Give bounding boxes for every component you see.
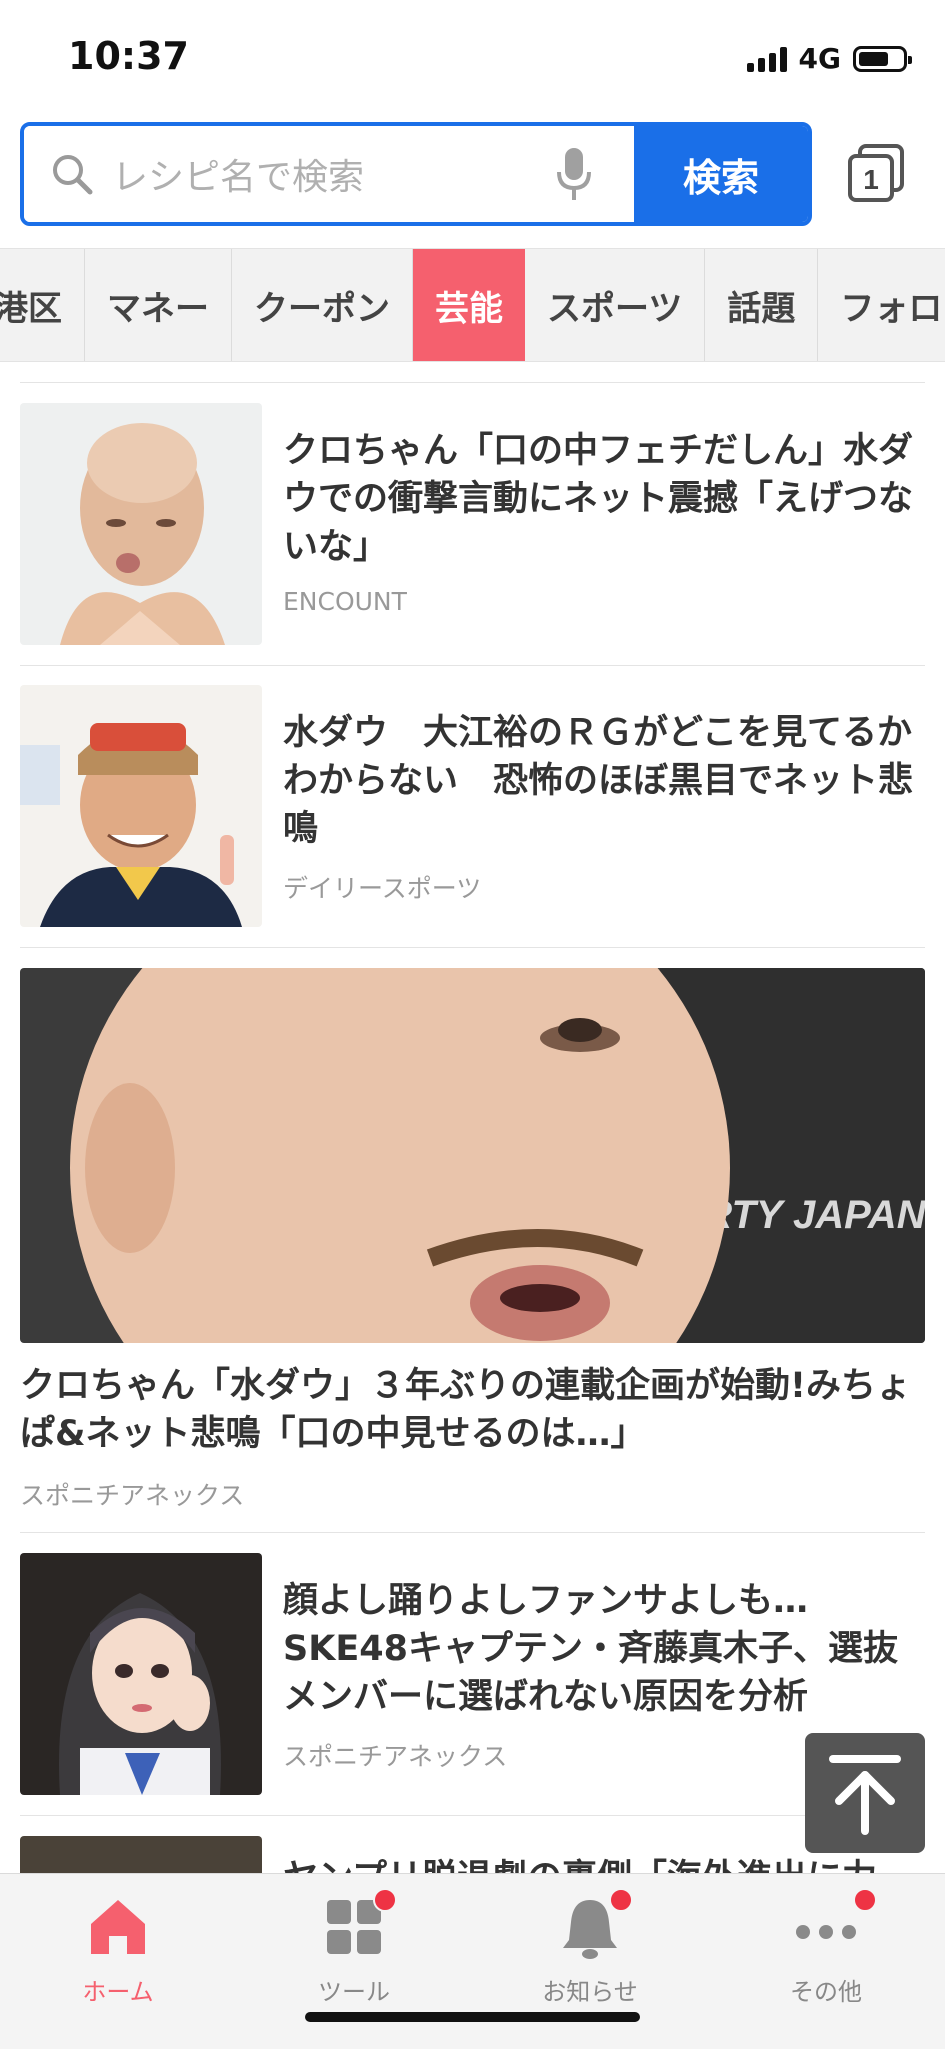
category-nav: 港区 マネー クーポン 芸能 スポーツ 話題 フォロー bbox=[0, 248, 945, 362]
category-tab-minato[interactable]: 港区 bbox=[0, 249, 85, 361]
home-icon bbox=[83, 1892, 153, 1962]
search-icon bbox=[53, 155, 93, 195]
arrow-up-icon bbox=[829, 1755, 901, 1835]
search-button[interactable]: 検索 bbox=[634, 126, 808, 222]
article-thumbnail bbox=[20, 1553, 262, 1795]
search-input[interactable]: レシピ名で検索 bbox=[24, 126, 634, 222]
bell-icon bbox=[555, 1888, 633, 1962]
scroll-to-top-button[interactable] bbox=[805, 1733, 925, 1853]
grid-icon bbox=[319, 1888, 397, 1962]
article-item[interactable]: クロちゃん「口の中フェチだしん」水ダウでの衝撃言動にネット震撼「えげつないな」 … bbox=[20, 403, 925, 645]
divider bbox=[20, 665, 925, 666]
notification-badge bbox=[853, 1888, 877, 1912]
nav-more[interactable]: その他 bbox=[708, 1888, 944, 2007]
microphone-icon[interactable] bbox=[554, 146, 594, 202]
article-thumbnail bbox=[20, 1836, 262, 1873]
article-title: 顔よし踊りよしファンサよしも…SKE48キャプテン・斉藤真木子、選抜メンバーに選… bbox=[283, 1581, 898, 1717]
nav-home[interactable]: ホーム bbox=[0, 1892, 236, 2007]
notification-badge bbox=[609, 1888, 633, 1912]
home-indicator bbox=[305, 2012, 640, 2022]
article-thumbnail bbox=[20, 403, 262, 645]
article-source: デイリースポーツ bbox=[283, 874, 482, 903]
article-item[interactable]: 顔よし踊りよしファンサよしも…SKE48キャプテン・斉藤真木子、選抜メンバーに選… bbox=[20, 1553, 925, 1795]
nav-tools-label: ツール bbox=[318, 1978, 390, 2006]
bottom-nav: ホーム ツール お知らせ その他 bbox=[0, 1873, 945, 2049]
divider bbox=[20, 947, 925, 948]
article-source: スポニチアネックス bbox=[283, 1742, 508, 1771]
tab-count: 1 bbox=[863, 164, 879, 195]
divider bbox=[20, 382, 925, 383]
category-tab-sports[interactable]: スポーツ bbox=[525, 249, 706, 361]
article-thumbnail bbox=[20, 685, 262, 927]
divider bbox=[20, 1815, 925, 1816]
nav-notifications-label: お知らせ bbox=[542, 1978, 638, 2006]
featured-article-title[interactable]: クロちゃん「水ダウ」３年ぶりの連載企画が始動!みちょぱ&ネット悲鳴「口の中見せる… bbox=[20, 1362, 925, 1458]
category-tab-topics[interactable]: 話題 bbox=[705, 249, 819, 361]
battery-icon bbox=[853, 45, 912, 72]
featured-article-source: スポニチアネックス bbox=[20, 1481, 245, 1510]
article-title: クロちゃん「口の中フェチだしん」水ダウでの衝撃言動にネット震撼「えげつないな」 bbox=[283, 431, 914, 567]
status-bar: 10:37 4G bbox=[0, 0, 945, 120]
search-bar: レシピ名で検索 検索 bbox=[20, 122, 812, 226]
status-time: 10:37 bbox=[68, 34, 189, 78]
article-item[interactable]: ヤンプリ脱退劇の裏側「海外進出に力… bbox=[20, 1836, 925, 1873]
article-title: ヤンプリ脱退劇の裏側「海外進出に力… bbox=[283, 1854, 923, 1873]
network-type: 4G bbox=[798, 42, 841, 75]
nav-more-label: その他 bbox=[790, 1978, 862, 2006]
tabs-icon[interactable]: 1 bbox=[846, 142, 906, 204]
more-dots-icon bbox=[791, 1888, 877, 1962]
signal-icon bbox=[746, 46, 787, 72]
nav-tools[interactable]: ツール bbox=[236, 1888, 472, 2007]
article-item[interactable]: 水ダウ 大江裕のＲＧがどこを見てるかわからない 恐怖のほぼ黒目でネット悲鳴 デイ… bbox=[20, 685, 925, 927]
notification-badge bbox=[373, 1888, 397, 1912]
category-tab-entertainment[interactable]: 芸能 bbox=[413, 249, 525, 361]
featured-article-image[interactable]: ARTY JAPAN bbox=[20, 968, 925, 1343]
nav-notifications[interactable]: お知らせ bbox=[472, 1888, 708, 2007]
category-tab-follow[interactable]: フォロー bbox=[818, 249, 945, 361]
article-title: 水ダウ 大江裕のＲＧがどこを見てるかわからない 恐怖のほぼ黒目でネット悲鳴 bbox=[283, 713, 914, 849]
category-tab-coupon[interactable]: クーポン bbox=[232, 249, 413, 361]
search-placeholder: レシピ名で検索 bbox=[112, 157, 365, 198]
divider bbox=[20, 1532, 925, 1533]
nav-home-label: ホーム bbox=[82, 1978, 154, 2006]
category-tab-money[interactable]: マネー bbox=[85, 249, 232, 361]
article-source: ENCOUNT bbox=[283, 587, 407, 616]
